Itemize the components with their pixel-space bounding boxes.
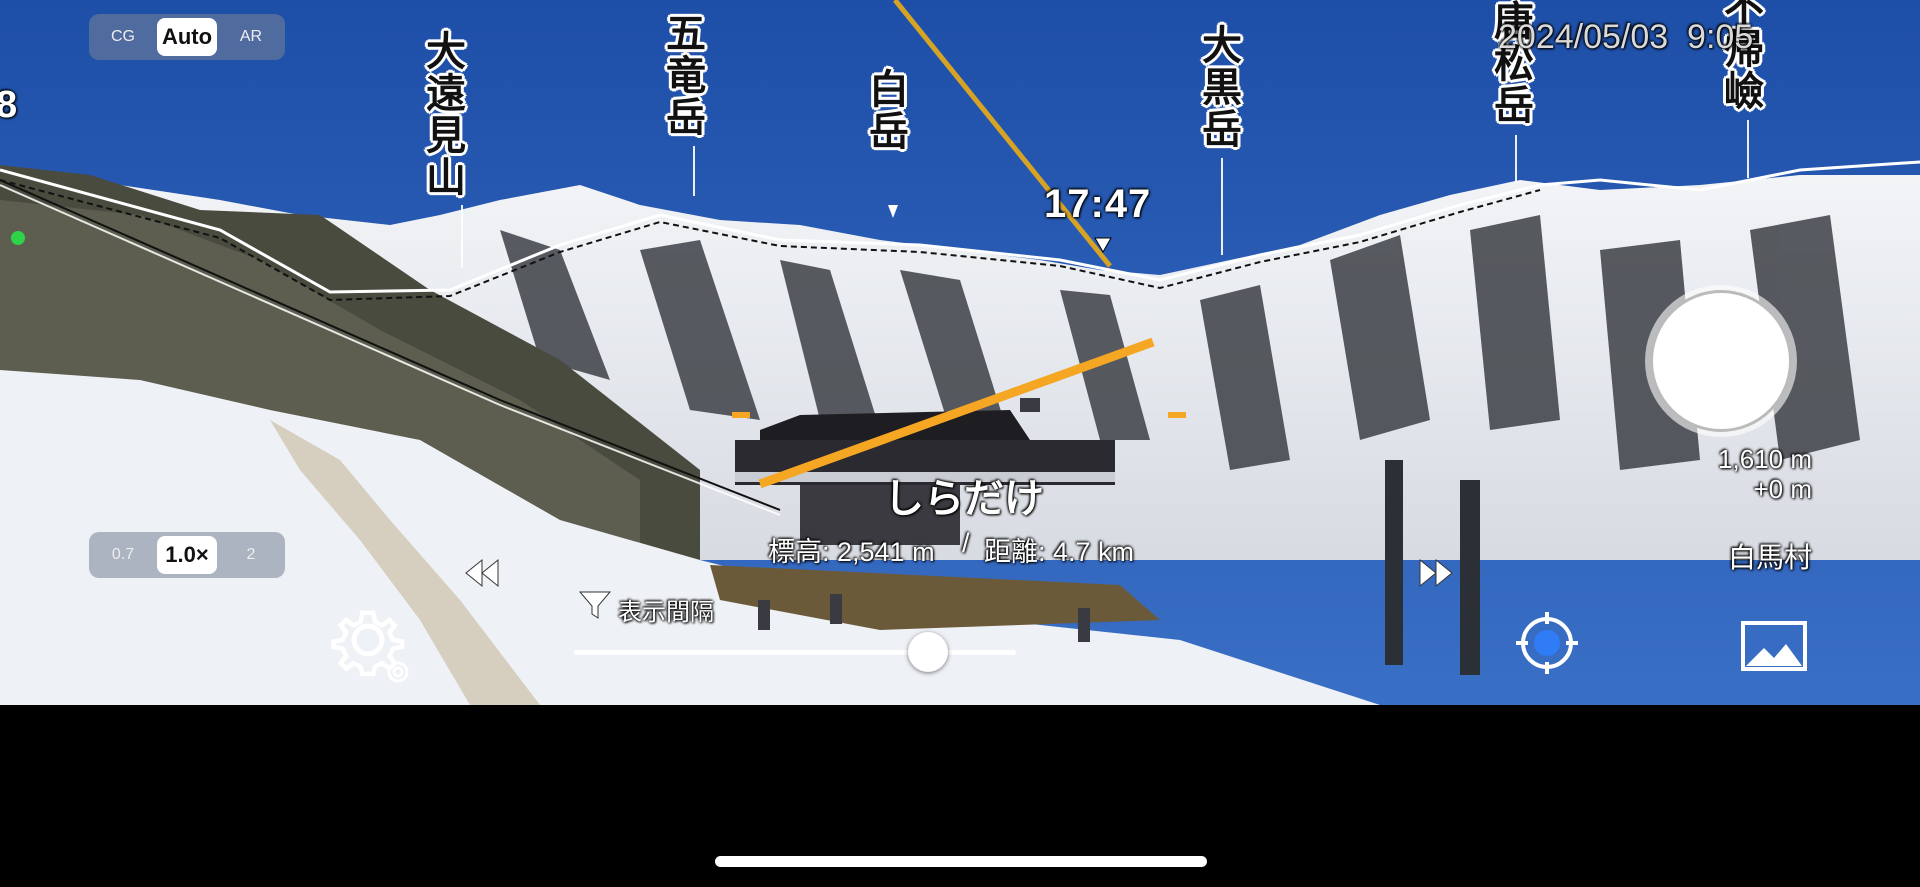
camera-view [0,0,1920,705]
zoom-option-0-7[interactable]: 0.7 [93,536,153,574]
filter-icon [578,588,612,622]
datetime-label: 2024/05/03 9:05 [1498,18,1754,56]
location-name: 白馬村 [1727,542,1812,573]
location-target-icon[interactable] [1514,610,1580,676]
zoom-option-1-0[interactable]: 1.0× [157,536,217,574]
target-distance: 距離: 4.7 km [984,537,1135,567]
mode-switch[interactable]: CG Auto AR [89,14,285,60]
mode-option-cg[interactable]: CG [93,18,153,56]
altitude-offset: +0 m [1753,474,1812,504]
peak-label-goryu[interactable]: 五竜岳 [659,12,705,138]
mode-option-ar[interactable]: AR [221,18,281,56]
interval-slider[interactable] [574,632,1016,672]
home-indicator[interactable] [715,856,1207,867]
target-elevation: 標高: 2,541 m [768,537,935,567]
fast-forward-icon[interactable] [1414,556,1456,590]
zoom-option-2[interactable]: 2 [221,536,281,574]
slider-track [574,650,1016,655]
info-separator: / [962,528,970,558]
peak-label-daikoku[interactable]: 大黒岳 [1195,24,1241,150]
slider-thumb[interactable] [908,632,948,672]
interval-label: 表示間隔 [618,599,714,626]
status-dot [11,231,25,245]
mode-option-auto[interactable]: Auto [157,18,217,56]
target-name[interactable]: しらだけ [884,466,1044,524]
peak-label-shiradake[interactable]: 白岳 [862,68,908,152]
photo-gallery-icon[interactable] [1740,620,1808,672]
gear-icon[interactable] [330,602,416,688]
shutter-button[interactable] [1650,290,1792,432]
zoom-switch[interactable]: 0.7 1.0× 2 [89,532,285,578]
rewind-icon[interactable] [462,556,504,590]
sun-time-label: 17:47 [1044,182,1152,226]
peak-label-otomi[interactable]: 大遠見山 [419,30,465,198]
altitude-current: 1,610 m [1718,444,1812,474]
mountain-scene [0,0,1920,705]
edge-number: 8 [0,84,18,126]
